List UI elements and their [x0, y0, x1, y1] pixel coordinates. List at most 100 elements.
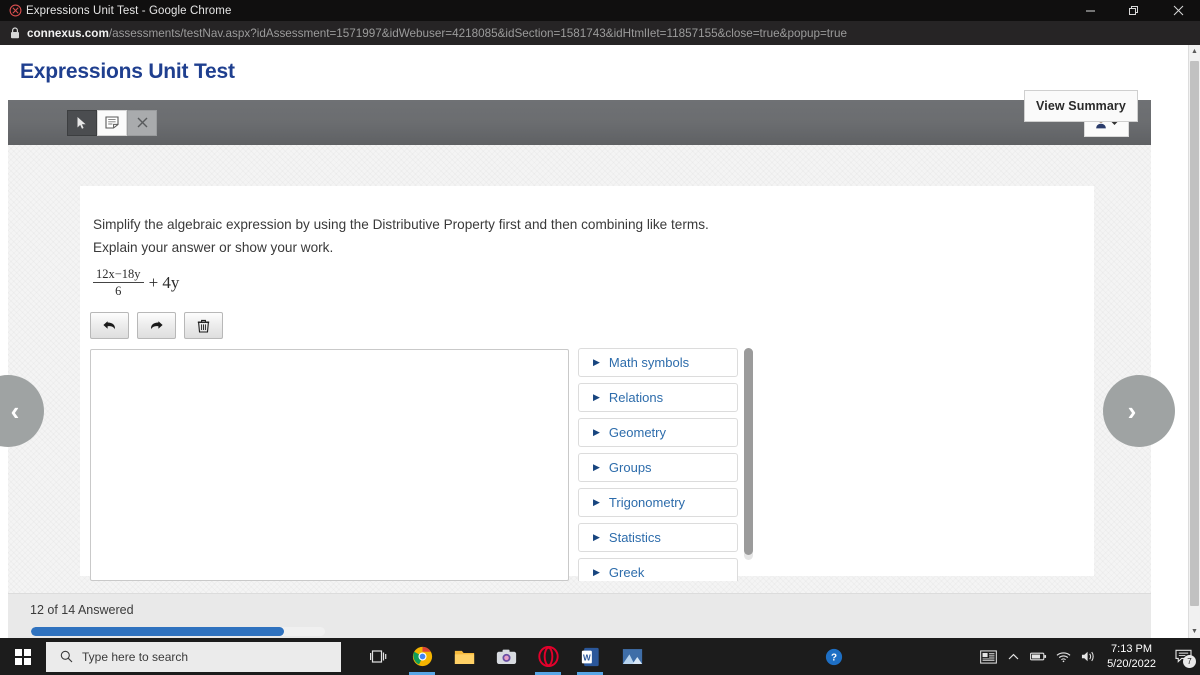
url-text: connexus.com/assessments/testNav.aspx?id…: [27, 27, 847, 40]
tool-group: [67, 109, 157, 136]
close-x-icon: [137, 117, 147, 128]
prompt-line-2: Explain your answer or show your work.: [93, 240, 334, 255]
notification-badge: 7: [1183, 655, 1196, 668]
search-icon: [60, 650, 73, 663]
undo-button[interactable]: [90, 312, 129, 339]
chevron-right-icon: ▶: [593, 427, 600, 437]
note-icon: [105, 116, 119, 129]
assessment-footer: 12 of 14 Answered: [8, 593, 1151, 638]
url-host: connexus.com: [27, 26, 109, 40]
delete-button[interactable]: [184, 312, 223, 339]
chevron-right-icon: ▶: [593, 497, 600, 507]
pointer-tool-button[interactable]: [67, 109, 97, 136]
progress-bar: [31, 627, 325, 636]
symbol-category-label: Relations: [608, 390, 664, 405]
battery-icon[interactable]: [1026, 638, 1051, 675]
answer-input[interactable]: [90, 349, 569, 581]
taskbar-clock[interactable]: 7:13 PM 5/20/2022: [1107, 642, 1156, 672]
scrollbar-thumb[interactable]: [1190, 61, 1199, 606]
photos-taskbar-icon[interactable]: [611, 638, 653, 675]
fraction: 12x−18y 6: [93, 267, 144, 299]
opera-taskbar-icon[interactable]: [527, 638, 569, 675]
restore-button[interactable]: [1112, 0, 1156, 21]
task-view-button[interactable]: [355, 638, 401, 675]
trash-icon: [197, 319, 210, 333]
symbol-category-geometry[interactable]: ▶ Geometry: [578, 418, 738, 447]
undo-arrow-icon: [103, 321, 116, 330]
symbol-category-label: Geometry: [608, 425, 666, 440]
expression-trailing-term: + 4y: [148, 272, 180, 292]
scroll-down-arrow-icon[interactable]: ▼: [1189, 625, 1200, 638]
symbol-category-statistics[interactable]: ▶ Statistics: [578, 523, 738, 552]
next-question-button[interactable]: ›: [1103, 375, 1175, 447]
clock-time: 7:13 PM: [1111, 642, 1153, 655]
file-explorer-taskbar-icon[interactable]: [443, 638, 485, 675]
clear-tool-button[interactable]: [127, 109, 157, 136]
math-expression: 12x−18y 6 + 4y: [93, 267, 179, 299]
close-button[interactable]: [1156, 0, 1200, 21]
redo-button[interactable]: [137, 312, 176, 339]
chevron-right-icon: ▶: [593, 462, 600, 472]
view-summary-button[interactable]: View Summary: [1024, 90, 1138, 122]
chrome-icon: [4, 4, 26, 17]
taskbar-search-input[interactable]: Type here to search: [46, 641, 341, 672]
page-title: Expressions Unit Test: [20, 60, 235, 83]
symbol-palette-scroll-thumb[interactable]: [744, 348, 753, 555]
assessment-canvas: Simplify the algebraic expression by usi…: [0, 145, 1175, 593]
progress-bar-fill: [31, 627, 284, 636]
answered-count: 12 of 14 Answered: [30, 603, 134, 617]
minimize-button[interactable]: [1068, 0, 1112, 21]
chevron-right-icon: ▶: [593, 357, 600, 367]
svg-text:?: ?: [831, 652, 837, 663]
prompt-line-1: Simplify the algebraic expression by usi…: [93, 217, 709, 232]
scroll-up-arrow-icon[interactable]: ▲: [1189, 45, 1200, 58]
clock-date: 5/20/2022: [1107, 657, 1156, 670]
symbol-category-label: Trigonometry: [608, 495, 686, 510]
chrome-taskbar-icon[interactable]: [401, 638, 443, 675]
cursor-arrow-icon: [77, 116, 86, 129]
word-taskbar-icon[interactable]: W: [569, 638, 611, 675]
chevron-right-icon: ▶: [593, 567, 600, 577]
lock-icon: [10, 27, 20, 39]
system-tray: 7:13 PM 5/20/2022 7: [976, 638, 1200, 675]
symbol-category-groups[interactable]: ▶ Groups: [578, 453, 738, 482]
browser-title-bar: Expressions Unit Test - Google Chrome: [0, 0, 1200, 21]
previous-question-button[interactable]: ‹: [0, 375, 44, 447]
svg-text:W: W: [583, 653, 591, 662]
chevron-right-icon: ▶: [593, 532, 600, 542]
annotate-tool-button[interactable]: [97, 109, 127, 136]
windows-taskbar: Type here to search W ? 7:13 PM 5/20/202…: [0, 638, 1200, 675]
symbol-category-greek[interactable]: ▶ Greek: [578, 558, 738, 581]
help-circle-icon[interactable]: ?: [813, 638, 855, 675]
camera-taskbar-icon[interactable]: [485, 638, 527, 675]
volume-icon[interactable]: [1076, 638, 1101, 675]
symbol-category-label: Math symbols: [608, 355, 690, 370]
symbol-category-trigonometry[interactable]: ▶ Trigonometry: [578, 488, 738, 517]
url-path: /assessments/testNav.aspx?idAssessment=1…: [108, 26, 847, 40]
show-hidden-icons-chevron-icon[interactable]: [1001, 638, 1026, 675]
page-content: Expressions Unit Test Simplify the algeb…: [0, 45, 1188, 638]
fraction-denominator: 6: [115, 284, 122, 299]
start-button[interactable]: [0, 638, 46, 675]
editor-buttons: [90, 312, 223, 339]
fraction-numerator: 12x−18y: [96, 267, 141, 281]
news-weather-icon[interactable]: [976, 638, 1001, 675]
symbol-category-math-symbols[interactable]: ▶ Math symbols: [578, 348, 738, 377]
symbol-category-label: Statistics: [608, 530, 661, 545]
screen: Expressions Unit Test - Google Chrome co…: [0, 0, 1200, 675]
symbol-palette-scrollbar[interactable]: [744, 348, 753, 560]
symbol-category-label: Groups: [608, 460, 652, 475]
symbol-category-relations[interactable]: ▶ Relations: [578, 383, 738, 412]
symbol-category-label: Greek: [608, 565, 645, 580]
address-bar[interactable]: connexus.com/assessments/testNav.aspx?id…: [0, 21, 1200, 45]
symbol-palette: ▶ Math symbols ▶ Relations ▶ Geometry ▶ …: [578, 348, 763, 581]
question-card: Simplify the algebraic expression by usi…: [80, 186, 1094, 581]
task-view-icon: [369, 650, 386, 663]
search-placeholder: Type here to search: [82, 649, 189, 664]
windows-logo-icon: [15, 648, 31, 665]
page-scrollbar[interactable]: ▲ ▼: [1188, 45, 1200, 638]
notification-center-button[interactable]: 7: [1166, 638, 1200, 675]
chevron-right-icon: ▶: [593, 392, 600, 402]
assessment-toolbar: [8, 100, 1151, 145]
wifi-icon[interactable]: [1051, 638, 1076, 675]
